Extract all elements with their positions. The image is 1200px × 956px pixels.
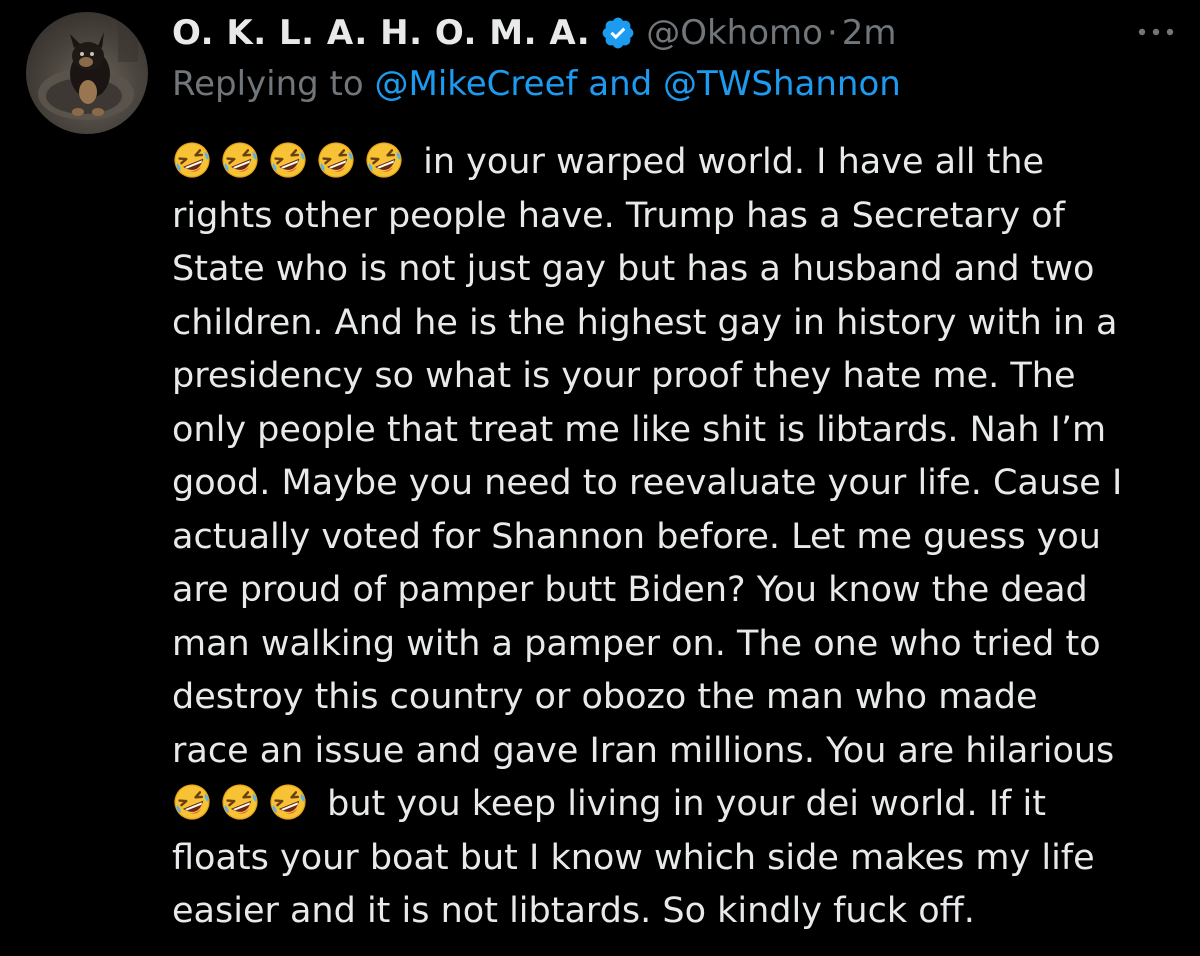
tweet-line: children. And he is the highest gay in h… (172, 302, 1118, 343)
rolling-on-floor-laughing-emoji (316, 140, 356, 180)
rolling-on-floor-laughing-emoji (220, 782, 260, 822)
display-name[interactable]: O. K. L. A. H. O. M. A. (172, 13, 590, 53)
tweet-line: floats your boat but I know which side m… (172, 837, 1095, 878)
author-handle[interactable]: @Okhomo (646, 13, 823, 53)
tweet-line-text: in your warped world. I have all the (412, 142, 1045, 182)
emoji-run (172, 142, 412, 182)
tweet-line: but you keep living in your dei world. I… (172, 778, 1182, 832)
tweet-line: race an issue and gave Iran millions. Yo… (172, 730, 1115, 771)
tweet-line-text: but you keep living in your dei world. I… (316, 784, 1046, 824)
rolling-on-floor-laughing-emoji (220, 140, 260, 180)
separator-dot: · (826, 13, 838, 53)
verified-badge-icon[interactable] (600, 15, 636, 51)
tweet-header: O. K. L. A. H. O. M. A. @Okhomo · 2m (172, 10, 897, 56)
avatar[interactable] (26, 12, 148, 134)
tweet-line: presidency so what is your proof they ha… (172, 356, 1076, 396)
tweet-line: easier and it is not libtards. So kindly… (172, 891, 975, 931)
tweet-line: destroy this country or obozo the man wh… (172, 677, 1038, 717)
rolling-on-floor-laughing-emoji (172, 140, 212, 180)
tweet-line: are proud of pamper butt Biden? You know… (172, 570, 1088, 610)
rolling-on-floor-laughing-emoji (268, 140, 308, 180)
tweet[interactable]: O. K. L. A. H. O. M. A. @Okhomo · 2m Rep… (0, 0, 1200, 956)
tweet-line: only people that treat me like shit is l… (172, 409, 1107, 450)
tweet-line: good. Maybe you need to reevaluate your … (172, 463, 1123, 503)
rolling-on-floor-laughing-emoji (268, 782, 308, 822)
replying-to-label: Replying to (172, 64, 375, 104)
tweet-line: actually voted for Shannon before. Let m… (172, 516, 1101, 557)
reply-mentions-link[interactable]: @MikeCreef and @TWShannon (375, 64, 901, 104)
replying-to: Replying to @MikeCreef and @TWShannon (172, 64, 901, 104)
tweet-line: man walking with a pamper on. The one wh… (172, 623, 1101, 664)
emoji-run (172, 784, 316, 824)
rolling-on-floor-laughing-emoji (364, 140, 404, 180)
tweet-line: rights other people have. Trump has a Se… (172, 195, 1065, 236)
tweet-line: in your warped world. I have all the (172, 136, 1182, 190)
tweet-text: in your warped world. I have all the rig… (172, 136, 1182, 939)
timestamp[interactable]: 2m (842, 13, 897, 53)
rolling-on-floor-laughing-emoji (172, 782, 212, 822)
tweet-line: State who is not just gay but has a husb… (172, 249, 1095, 289)
more-horizontal-icon[interactable] (1134, 22, 1178, 42)
